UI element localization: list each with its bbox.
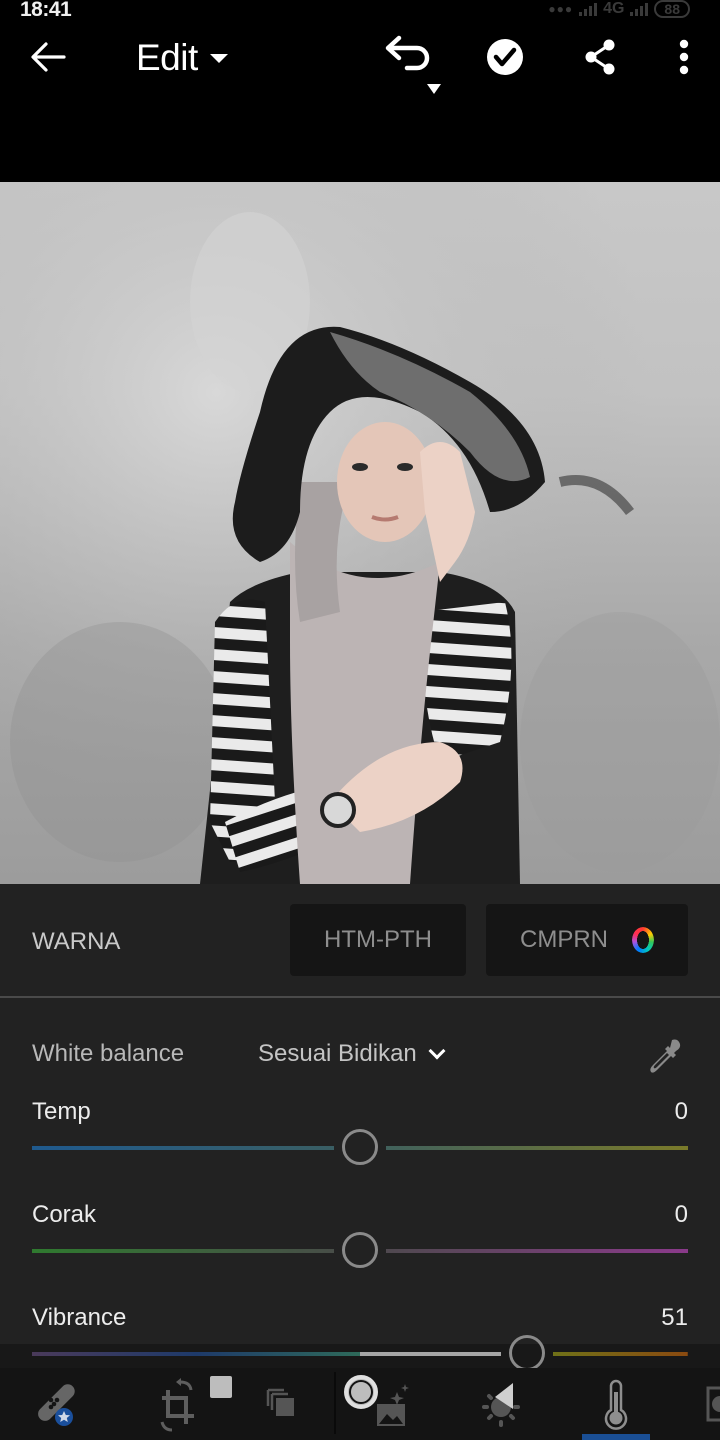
vibrance-label: Vibrance [32, 1304, 127, 1331]
color-mixer-label: CMPRN [520, 926, 608, 953]
battery-indicator: 88 [654, 0, 690, 18]
notification-dots-icon: ●●● [548, 2, 574, 16]
checkmark-circle-icon [487, 39, 523, 75]
effects-icon [706, 1386, 720, 1422]
track-fill-segment [360, 1352, 502, 1356]
bandage-icon [38, 1384, 75, 1426]
track-left-segment [32, 1146, 334, 1150]
more-vertical-icon [679, 39, 689, 75]
thermometer-icon [604, 1379, 628, 1430]
tool-crop[interactable] [140, 1368, 250, 1440]
toolbar-separator [334, 1372, 336, 1434]
auto-enhance-icon [344, 1375, 409, 1426]
tool-presets[interactable] [252, 1368, 308, 1440]
tint-value: 0 [674, 1201, 688, 1228]
status-indicators: ●●● 4G 88 [548, 0, 690, 18]
tint-slider-row: Corak 0 [0, 1201, 720, 1281]
tint-label: Corak [32, 1201, 97, 1228]
signal-2-icon [630, 2, 649, 16]
back-button[interactable] [22, 36, 74, 78]
presets-stack-icon [266, 1388, 294, 1416]
share-button[interactable] [578, 34, 622, 80]
temp-slider-row: Temp 0 [0, 1098, 720, 1178]
caret-down-icon [209, 53, 228, 63]
track-left-segment [32, 1352, 360, 1356]
slider-thumb[interactable] [342, 1129, 378, 1165]
color-wheel-icon [632, 927, 654, 953]
track-right-segment [386, 1146, 688, 1150]
panel-divider [0, 996, 720, 998]
signal-icon [579, 2, 598, 16]
status-bar: 18:41 ●●● 4G 88 [0, 0, 720, 22]
tool-healing[interactable] [24, 1368, 86, 1440]
tool-auto[interactable] [338, 1368, 416, 1440]
app-bar: Edit [0, 22, 720, 182]
chevron-down-icon [428, 1042, 446, 1060]
track-left-segment [32, 1249, 334, 1253]
track-right-segment [553, 1352, 688, 1356]
photo-canvas[interactable] [0, 182, 720, 884]
tool-light[interactable] [470, 1368, 534, 1440]
white-balance-row: White balance Sesuai Bidikan [0, 1036, 720, 1076]
white-balance-dropdown[interactable]: Sesuai Bidikan [258, 1040, 446, 1068]
slider-thumb[interactable] [342, 1232, 378, 1268]
active-tool-indicator [582, 1434, 650, 1440]
eyedropper-button[interactable] [646, 1036, 684, 1076]
white-balance-label: White balance [32, 1040, 185, 1067]
white-balance-value: Sesuai Bidikan [258, 1040, 417, 1067]
more-options-button[interactable] [670, 34, 698, 80]
tint-slider[interactable] [32, 1232, 688, 1268]
track-right-segment [386, 1249, 688, 1253]
vibrance-slider[interactable] [32, 1335, 688, 1371]
black-white-button[interactable]: HTM-PTH [290, 904, 466, 976]
temp-value: 0 [674, 1098, 688, 1125]
edit-mode-dropdown[interactable]: Edit [136, 36, 228, 80]
network-type: 4G [603, 0, 625, 17]
undo-button[interactable] [380, 32, 440, 82]
arrow-left-icon [31, 42, 66, 72]
slider-thumb[interactable] [509, 1335, 546, 1371]
bottom-toolbar [0, 1368, 720, 1440]
panel-header: WARNA HTM-PTH CMPRN [0, 884, 720, 998]
temp-slider[interactable] [32, 1129, 688, 1165]
crop-rotate-icon [160, 1376, 232, 1432]
black-white-label: HTM-PTH [324, 926, 432, 953]
status-time: 18:41 [20, 0, 72, 21]
vibrance-value: 51 [661, 1304, 688, 1331]
temp-label: Temp [32, 1098, 91, 1125]
light-sun-icon [482, 1383, 520, 1427]
color-mixer-button[interactable]: CMPRN [486, 904, 688, 976]
undo-history-caret-icon[interactable] [427, 84, 441, 94]
eyedropper-icon [650, 1039, 681, 1073]
share-icon [585, 39, 615, 75]
section-title: WARNA [32, 928, 121, 955]
tool-effects[interactable] [700, 1368, 720, 1440]
undo-icon [385, 35, 430, 71]
tool-color[interactable] [582, 1368, 650, 1440]
done-button[interactable] [484, 36, 526, 78]
portrait-photo [0, 182, 720, 884]
page-title: Edit [136, 37, 198, 78]
